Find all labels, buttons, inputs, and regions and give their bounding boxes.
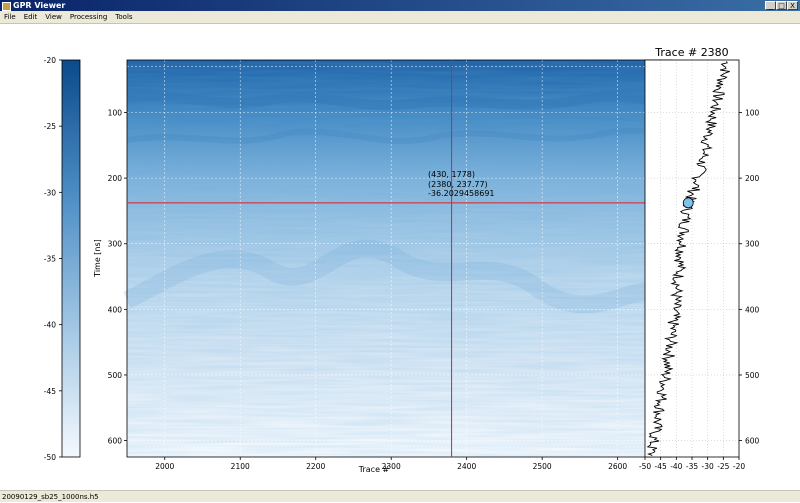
trace-y-tick-label: 300	[745, 240, 760, 249]
trace-x-tick-label: -25	[717, 462, 729, 471]
colorbar	[61, 59, 81, 458]
y-tick-label: 300	[108, 240, 123, 249]
trace-x-tick-label: -50	[639, 462, 651, 471]
x-tick-label: 2400	[457, 462, 476, 471]
trace-x-tick-label: -35	[686, 462, 698, 471]
trace-x-tick-label: -40	[670, 462, 682, 471]
colorbar-tick-label: -50	[44, 453, 56, 462]
y-tick-label: 100	[108, 108, 123, 117]
x-tick-label: 2600	[608, 462, 627, 471]
trace-x-tick-label: -20	[733, 462, 745, 471]
annotation-pixel: (430, 1778)	[428, 170, 475, 179]
trace-y-tick-label: 200	[745, 174, 760, 183]
trace-y-tick-label: 600	[745, 437, 760, 446]
radargram[interactable]	[123, 59, 679, 458]
colorbar-tick-label: -20	[44, 56, 56, 65]
colorbar-tick-label: -25	[44, 122, 56, 131]
colorbar-tick-label: -45	[44, 387, 56, 396]
x-axis-label: Trace #	[358, 465, 390, 474]
trace-marker[interactable]	[682, 197, 694, 209]
y-tick-label: 500	[108, 371, 123, 380]
y-tick-label: 600	[108, 437, 123, 446]
status-bar: 20090129_sb25_1000ns.h5	[0, 490, 800, 502]
trace-y-tick-label: 100	[745, 108, 760, 117]
trace-title: Trace # 2380	[654, 46, 728, 59]
figure-canvas: -20-25-30-35-40-45-50 2000 2100 2200 2300 24…	[44, 46, 760, 474]
y-axis-label: Time [ns]	[93, 239, 102, 278]
trace-y-tick-label: 400	[745, 305, 760, 314]
annotation-value: -36.2029458691	[428, 189, 495, 198]
x-tick-label: 2000	[155, 462, 174, 471]
trace-y-tick-label: 500	[745, 371, 760, 380]
colorbar-tick-label: -40	[44, 321, 56, 330]
y-tick-label: 200	[108, 174, 123, 183]
y-tick-label: 400	[108, 305, 123, 314]
trace-x-tick-label: -30	[702, 462, 714, 471]
trace-x-tick-label: -45	[655, 462, 667, 471]
x-tick-label: 2100	[231, 462, 250, 471]
status-filename: 20090129_sb25_1000ns.h5	[2, 493, 99, 501]
colorbar-tick-label: -30	[44, 188, 56, 197]
annotation-coords: (2380, 237.77)	[428, 180, 488, 189]
colorbar-tick-label: -35	[44, 255, 56, 264]
x-tick-label: 2200	[306, 462, 325, 471]
x-tick-label: 2500	[533, 462, 552, 471]
